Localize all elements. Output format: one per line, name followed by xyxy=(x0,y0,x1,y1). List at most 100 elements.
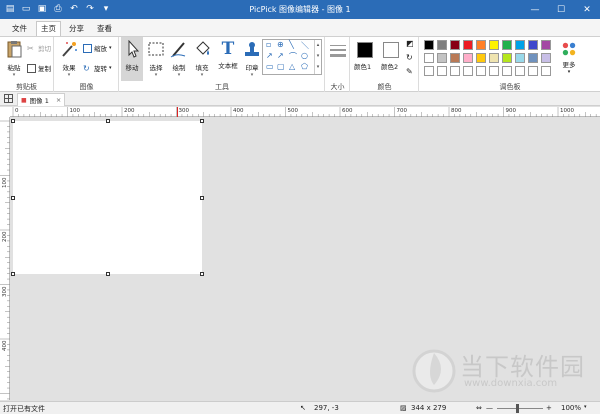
document-tab[interactable]: ■ 图像 1 × xyxy=(17,93,65,106)
more-colors-button[interactable]: 更多 ▾ xyxy=(558,41,580,75)
zoom-out-button[interactable]: — xyxy=(486,404,493,412)
palette-swatch[interactable] xyxy=(502,66,512,76)
palette-swatch[interactable] xyxy=(541,53,551,63)
line-shape-icon[interactable]: ╲ xyxy=(289,40,294,49)
canvas-resize-handle[interactable] xyxy=(11,272,15,276)
tab-file[interactable]: 文件 xyxy=(8,22,31,35)
arrow-shape-icon[interactable]: ↗ xyxy=(266,51,273,60)
zoom-level[interactable]: 100% xyxy=(561,404,581,412)
palette-swatch[interactable] xyxy=(476,40,486,50)
palette-swatch[interactable] xyxy=(424,53,434,63)
thumbnail-grid-icon[interactable] xyxy=(4,94,13,103)
canvas-resize-handle[interactable] xyxy=(200,195,204,200)
palette-swatch[interactable] xyxy=(489,53,499,63)
maximize-button[interactable]: ☐ xyxy=(548,0,574,19)
eyedropper-icon[interactable]: ✎ xyxy=(406,67,413,76)
oval-shape-icon[interactable]: ○ xyxy=(301,51,308,60)
colors-group: 颜色1 颜色2 ◩ ↻ ✎ 颜色 xyxy=(351,37,419,93)
fill-tool-button[interactable]: 填充 ▾ xyxy=(191,40,213,78)
zoom-fit-icon[interactable]: ⇔ xyxy=(476,404,482,412)
palette-swatch[interactable] xyxy=(450,40,460,50)
color1-label[interactable]: 颜色1 xyxy=(354,61,371,71)
minimize-button[interactable]: — xyxy=(522,0,548,19)
palette-swatch[interactable] xyxy=(450,53,460,63)
cut-button[interactable]: ✂ 剪切 xyxy=(27,43,51,54)
polygon-shape-icon[interactable]: ⬠ xyxy=(301,62,308,71)
palette-swatch[interactable] xyxy=(515,40,525,50)
palette-swatch[interactable] xyxy=(476,66,486,76)
draw-tool-button[interactable]: 绘制 ▾ xyxy=(168,40,190,78)
triangle-shape-icon[interactable]: △ xyxy=(289,62,295,71)
move-tool-button[interactable]: 移动 xyxy=(121,37,143,81)
palette-swatch[interactable] xyxy=(528,66,538,76)
resize-button[interactable]: 缩放 ▾ xyxy=(83,43,112,53)
color2-swatch[interactable] xyxy=(383,42,399,58)
gallery-scroll[interactable]: ▴ ▾ ▾ xyxy=(314,40,321,74)
palette-swatch[interactable] xyxy=(541,40,551,50)
canvas-resize-handle[interactable] xyxy=(11,119,15,123)
palette-swatch[interactable] xyxy=(463,40,473,50)
double-arrow-icon[interactable]: ↗ xyxy=(277,51,284,60)
color2-label[interactable]: 颜色2 xyxy=(381,61,398,71)
palette-swatch[interactable] xyxy=(528,40,538,50)
palette-swatch[interactable] xyxy=(528,53,538,63)
diagonal-line-icon[interactable]: ＼ xyxy=(301,40,309,51)
palette-swatch[interactable] xyxy=(515,66,525,76)
palette-swatch[interactable] xyxy=(463,66,473,76)
tab-share[interactable]: 分享 xyxy=(65,22,88,35)
palette-swatch[interactable] xyxy=(489,66,499,76)
close-tab-icon[interactable]: × xyxy=(56,96,61,104)
stamp-tool-button[interactable]: 印章 ▾ xyxy=(241,40,263,78)
canvas-resize-handle[interactable] xyxy=(200,272,204,276)
copy-button[interactable]: 复制 xyxy=(27,63,51,73)
curve-shape-icon[interactable]: ⌒ xyxy=(289,51,297,62)
zoom-in-button[interactable]: + xyxy=(546,404,552,412)
ruler-label: 1000 xyxy=(560,108,574,114)
square-shape-icon[interactable]: ▫ xyxy=(266,40,271,49)
palette-swatch[interactable] xyxy=(541,66,551,76)
palette-swatch[interactable] xyxy=(437,66,447,76)
palette-swatch[interactable] xyxy=(450,66,460,76)
canvas-resize-handle[interactable] xyxy=(105,272,110,276)
palette-swatch[interactable] xyxy=(463,53,473,63)
shapes-gallery[interactable]: ▫ ⊕ ╲ ＼ ↗ ↗ ⌒ ○ ▭ ▢ △ ⬠ ▴ ▾ ▾ xyxy=(262,39,322,75)
crosshair-shape-icon[interactable]: ⊕ xyxy=(277,40,284,49)
image-dimensions: 344 x 279 xyxy=(411,404,447,412)
tab-home[interactable]: 主页 xyxy=(36,21,61,36)
canvas-resize-handle[interactable] xyxy=(11,195,15,200)
close-button[interactable]: ✕ xyxy=(574,0,600,19)
copy-icon xyxy=(27,63,36,73)
menu-bar: 文件 主页 分享 查看 xyxy=(0,19,600,36)
paste-button[interactable]: 粘贴 ▾ xyxy=(3,40,25,78)
canvas-resize-handle[interactable] xyxy=(200,119,204,123)
rounded-rect-shape-icon[interactable]: ▢ xyxy=(277,62,285,71)
zoom-slider-thumb[interactable] xyxy=(516,404,519,413)
palette-swatch[interactable] xyxy=(515,53,525,63)
ruler-corner xyxy=(0,107,10,117)
swap-colors-icon[interactable]: ◩ xyxy=(406,39,414,48)
line-width-icon[interactable] xyxy=(330,45,346,57)
palette-swatch[interactable] xyxy=(502,40,512,50)
cursor-icon: ↖ xyxy=(300,404,306,412)
refresh-colors-icon[interactable]: ↻ xyxy=(406,53,413,62)
rectangle-shape-icon[interactable]: ▭ xyxy=(266,62,274,71)
color1-swatch[interactable] xyxy=(357,42,373,58)
palette-swatch[interactable] xyxy=(437,53,447,63)
status-bar: 打开已有文件 ↖ 297, -3 ▨ 344 x 279 ⇔ — + 100% … xyxy=(0,401,600,414)
palette-swatch[interactable] xyxy=(502,53,512,63)
image-canvas[interactable] xyxy=(13,121,202,274)
select-tool-button[interactable]: 选择 ▾ xyxy=(145,40,167,78)
watermark: 当下软件园 www.downxia.com xyxy=(412,345,584,395)
zoom-slider[interactable] xyxy=(497,404,543,413)
palette-swatch[interactable] xyxy=(424,66,434,76)
effects-button[interactable]: 效果 ▾ xyxy=(58,40,80,78)
rotate-button[interactable]: ↻ 旋转 ▾ xyxy=(83,63,112,74)
palette-swatch[interactable] xyxy=(489,40,499,50)
textbox-tool-button[interactable]: T 文本框 xyxy=(215,40,241,70)
palette-swatch[interactable] xyxy=(476,53,486,63)
chevron-down-icon[interactable]: ▾ xyxy=(584,404,587,410)
palette-swatch[interactable] xyxy=(437,40,447,50)
palette-swatch[interactable] xyxy=(424,40,434,50)
canvas-resize-handle[interactable] xyxy=(105,119,110,123)
tab-view[interactable]: 查看 xyxy=(93,22,116,35)
